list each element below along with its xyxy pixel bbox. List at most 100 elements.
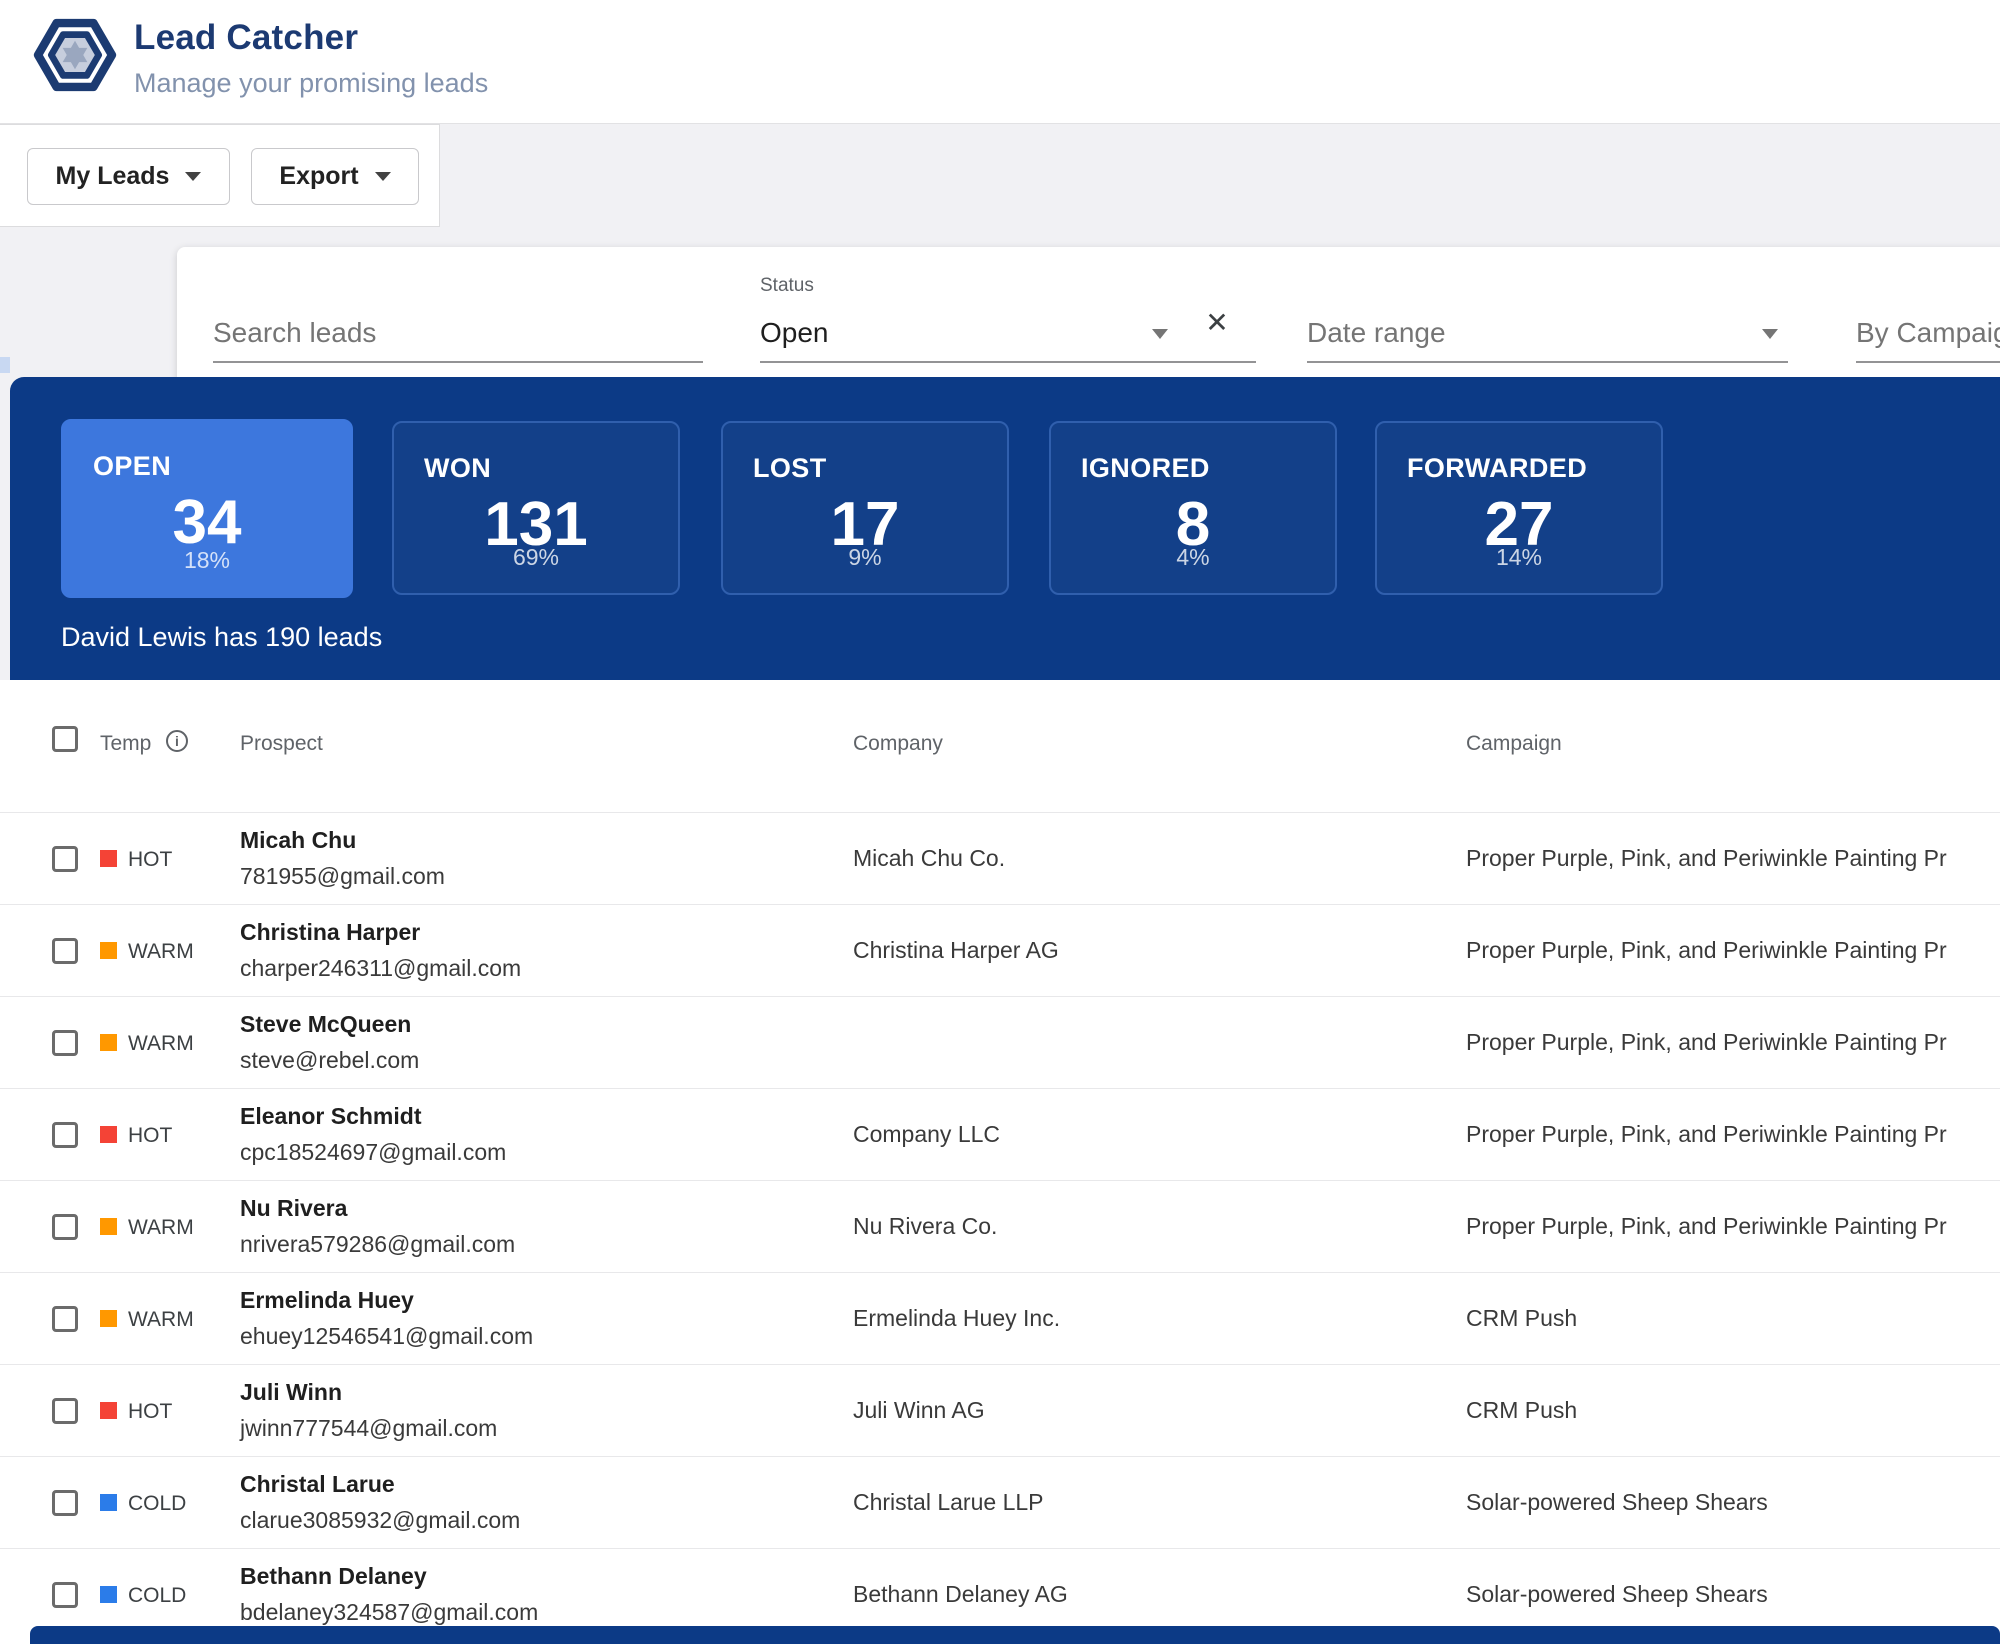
search-placeholder: Search leads xyxy=(213,317,376,349)
stat-percent: 69% xyxy=(394,544,678,571)
stat-card-ignored[interactable]: IGNORED 8 4% xyxy=(1049,421,1337,595)
row-checkbox[interactable] xyxy=(52,938,78,964)
export-dropdown-button[interactable]: Export xyxy=(251,148,419,205)
row-checkbox[interactable] xyxy=(52,846,78,872)
status-select[interactable]: Status Open xyxy=(760,275,1256,363)
table-row[interactable]: WARM Nu Rivera nrivera579286@gmail.com N… xyxy=(0,1180,2000,1272)
app-title: Lead Catcher xyxy=(134,18,488,58)
prospect-email: cpc18524697@gmail.com xyxy=(240,1139,506,1166)
row-checkbox[interactable] xyxy=(52,1306,78,1332)
campaign-column-header: Campaign xyxy=(1466,732,1562,756)
company-cell: Micah Chu Co. xyxy=(853,845,1005,872)
campaign-cell: Proper Purple, Pink, and Periwinkle Pain… xyxy=(1466,1029,2000,1056)
table-row[interactable]: HOT Juli Winn jwinn777544@gmail.com Juli… xyxy=(0,1364,2000,1456)
prospect-name: Nu Rivera xyxy=(240,1195,515,1222)
stat-percent: 18% xyxy=(63,547,351,574)
prospect-name: Juli Winn xyxy=(240,1379,497,1406)
status-value: Open xyxy=(760,317,829,349)
info-icon[interactable]: i xyxy=(166,730,188,752)
prospect-name: Christal Larue xyxy=(240,1471,520,1498)
table-row[interactable]: WARM Christina Harper charper246311@gmai… xyxy=(0,904,2000,996)
campaign-cell: CRM Push xyxy=(1466,1397,2000,1424)
my-leads-label: My Leads xyxy=(56,162,170,191)
temp-label: WARM xyxy=(128,1308,194,1332)
prospect-email: steve@rebel.com xyxy=(240,1047,419,1074)
app-titles: Lead Catcher Manage your promising leads xyxy=(134,18,488,99)
prospect-name: Christina Harper xyxy=(240,919,521,946)
stats-panel: OPEN 34 18% WON 131 69% LOST 17 9% IGNOR… xyxy=(10,377,2000,680)
temp-indicator-icon xyxy=(100,850,117,867)
row-checkbox[interactable] xyxy=(52,1398,78,1424)
prospect-name: Eleanor Schmidt xyxy=(240,1103,506,1130)
campaign-cell: Solar-powered Sheep Shears xyxy=(1466,1489,2000,1516)
by-campaign-label: By Campaign xyxy=(1856,317,2000,349)
company-column-header: Company xyxy=(853,732,943,756)
temp-label: COLD xyxy=(128,1584,186,1608)
table-body: HOT Micah Chu 781955@gmail.com Micah Chu… xyxy=(0,812,2000,1640)
campaign-cell: Proper Purple, Pink, and Periwinkle Pain… xyxy=(1466,845,2000,872)
row-checkbox[interactable] xyxy=(52,1214,78,1240)
export-label: Export xyxy=(279,162,358,191)
row-checkbox[interactable] xyxy=(52,1030,78,1056)
company-cell: Bethann Delaney AG xyxy=(853,1581,1068,1608)
prospect-email: bdelaney324587@gmail.com xyxy=(240,1599,538,1626)
bottom-panel-edge xyxy=(30,1626,2000,1644)
lead-catcher-app: Lead Catcher Manage your promising leads… xyxy=(0,0,2000,1644)
prospect-cell: Juli Winn jwinn777544@gmail.com xyxy=(240,1365,497,1456)
table-row[interactable]: WARM Ermelinda Huey ehuey12546541@gmail.… xyxy=(0,1272,2000,1364)
my-leads-dropdown-button[interactable]: My Leads xyxy=(27,148,230,205)
prospect-cell: Christina Harper charper246311@gmail.com xyxy=(240,905,521,996)
stat-card-won[interactable]: WON 131 69% xyxy=(392,421,680,595)
app-logo-hexagon-icon xyxy=(33,13,117,97)
row-checkbox[interactable] xyxy=(52,1122,78,1148)
table-row[interactable]: HOT Eleanor Schmidt cpc18524697@gmail.co… xyxy=(0,1088,2000,1180)
prospect-email: jwinn777544@gmail.com xyxy=(240,1415,497,1442)
by-campaign-select[interactable]: By Campaign xyxy=(1856,275,2000,363)
temp-indicator-icon xyxy=(100,1218,117,1235)
temp-label: WARM xyxy=(128,940,194,964)
stat-label: OPEN xyxy=(93,451,171,482)
campaign-cell: Proper Purple, Pink, and Periwinkle Pain… xyxy=(1466,1213,2000,1240)
prospect-name: Bethann Delaney xyxy=(240,1563,538,1590)
stat-label: IGNORED xyxy=(1081,453,1210,484)
chevron-down-icon xyxy=(1152,329,1168,339)
company-cell: Juli Winn AG xyxy=(853,1397,985,1424)
temp-label: COLD xyxy=(128,1492,186,1516)
company-cell: Christina Harper AG xyxy=(853,937,1059,964)
table-row[interactable]: HOT Micah Chu 781955@gmail.com Micah Chu… xyxy=(0,812,2000,904)
temp-label: HOT xyxy=(128,848,172,872)
prospect-email: nrivera579286@gmail.com xyxy=(240,1231,515,1258)
temp-label: WARM xyxy=(128,1216,194,1240)
prospect-name: Ermelinda Huey xyxy=(240,1287,533,1314)
campaign-cell: CRM Push xyxy=(1466,1305,2000,1332)
stat-card-lost[interactable]: LOST 17 9% xyxy=(721,421,1009,595)
status-label: Status xyxy=(760,275,814,297)
temp-label: HOT xyxy=(128,1400,172,1424)
clear-status-button[interactable]: ✕ xyxy=(1199,305,1235,341)
row-checkbox[interactable] xyxy=(52,1582,78,1608)
search-leads-input[interactable]: Search leads xyxy=(213,275,703,363)
row-checkbox[interactable] xyxy=(52,1490,78,1516)
chevron-down-icon xyxy=(1762,329,1778,339)
stat-label: FORWARDED xyxy=(1407,453,1587,484)
app-tagline: Manage your promising leads xyxy=(134,68,488,99)
temp-indicator-icon xyxy=(100,1586,117,1603)
app-header: Lead Catcher Manage your promising leads xyxy=(0,0,2000,124)
table-row[interactable]: COLD Christal Larue clarue3085932@gmail.… xyxy=(0,1456,2000,1548)
company-cell: Christal Larue LLP xyxy=(853,1489,1044,1516)
temp-column-header: Temp xyxy=(100,732,151,756)
temp-indicator-icon xyxy=(100,1310,117,1327)
date-range-select[interactable]: Date range xyxy=(1307,275,1788,363)
chevron-down-icon xyxy=(185,172,201,181)
prospect-email: 781955@gmail.com xyxy=(240,863,445,890)
prospect-cell: Christal Larue clarue3085932@gmail.com xyxy=(240,1457,520,1548)
table-header: Temp i Prospect Company Campaign xyxy=(0,680,2000,812)
prospect-cell: Steve McQueen steve@rebel.com xyxy=(240,997,419,1088)
stat-card-open[interactable]: OPEN 34 18% xyxy=(61,419,353,598)
prospect-email: ehuey12546541@gmail.com xyxy=(240,1323,533,1350)
stat-card-forwarded[interactable]: FORWARDED 27 14% xyxy=(1375,421,1663,595)
select-all-checkbox[interactable] xyxy=(52,726,78,752)
campaign-cell: Solar-powered Sheep Shears xyxy=(1466,1581,2000,1608)
chevron-down-icon xyxy=(375,172,391,181)
table-row[interactable]: WARM Steve McQueen steve@rebel.com Prope… xyxy=(0,996,2000,1088)
